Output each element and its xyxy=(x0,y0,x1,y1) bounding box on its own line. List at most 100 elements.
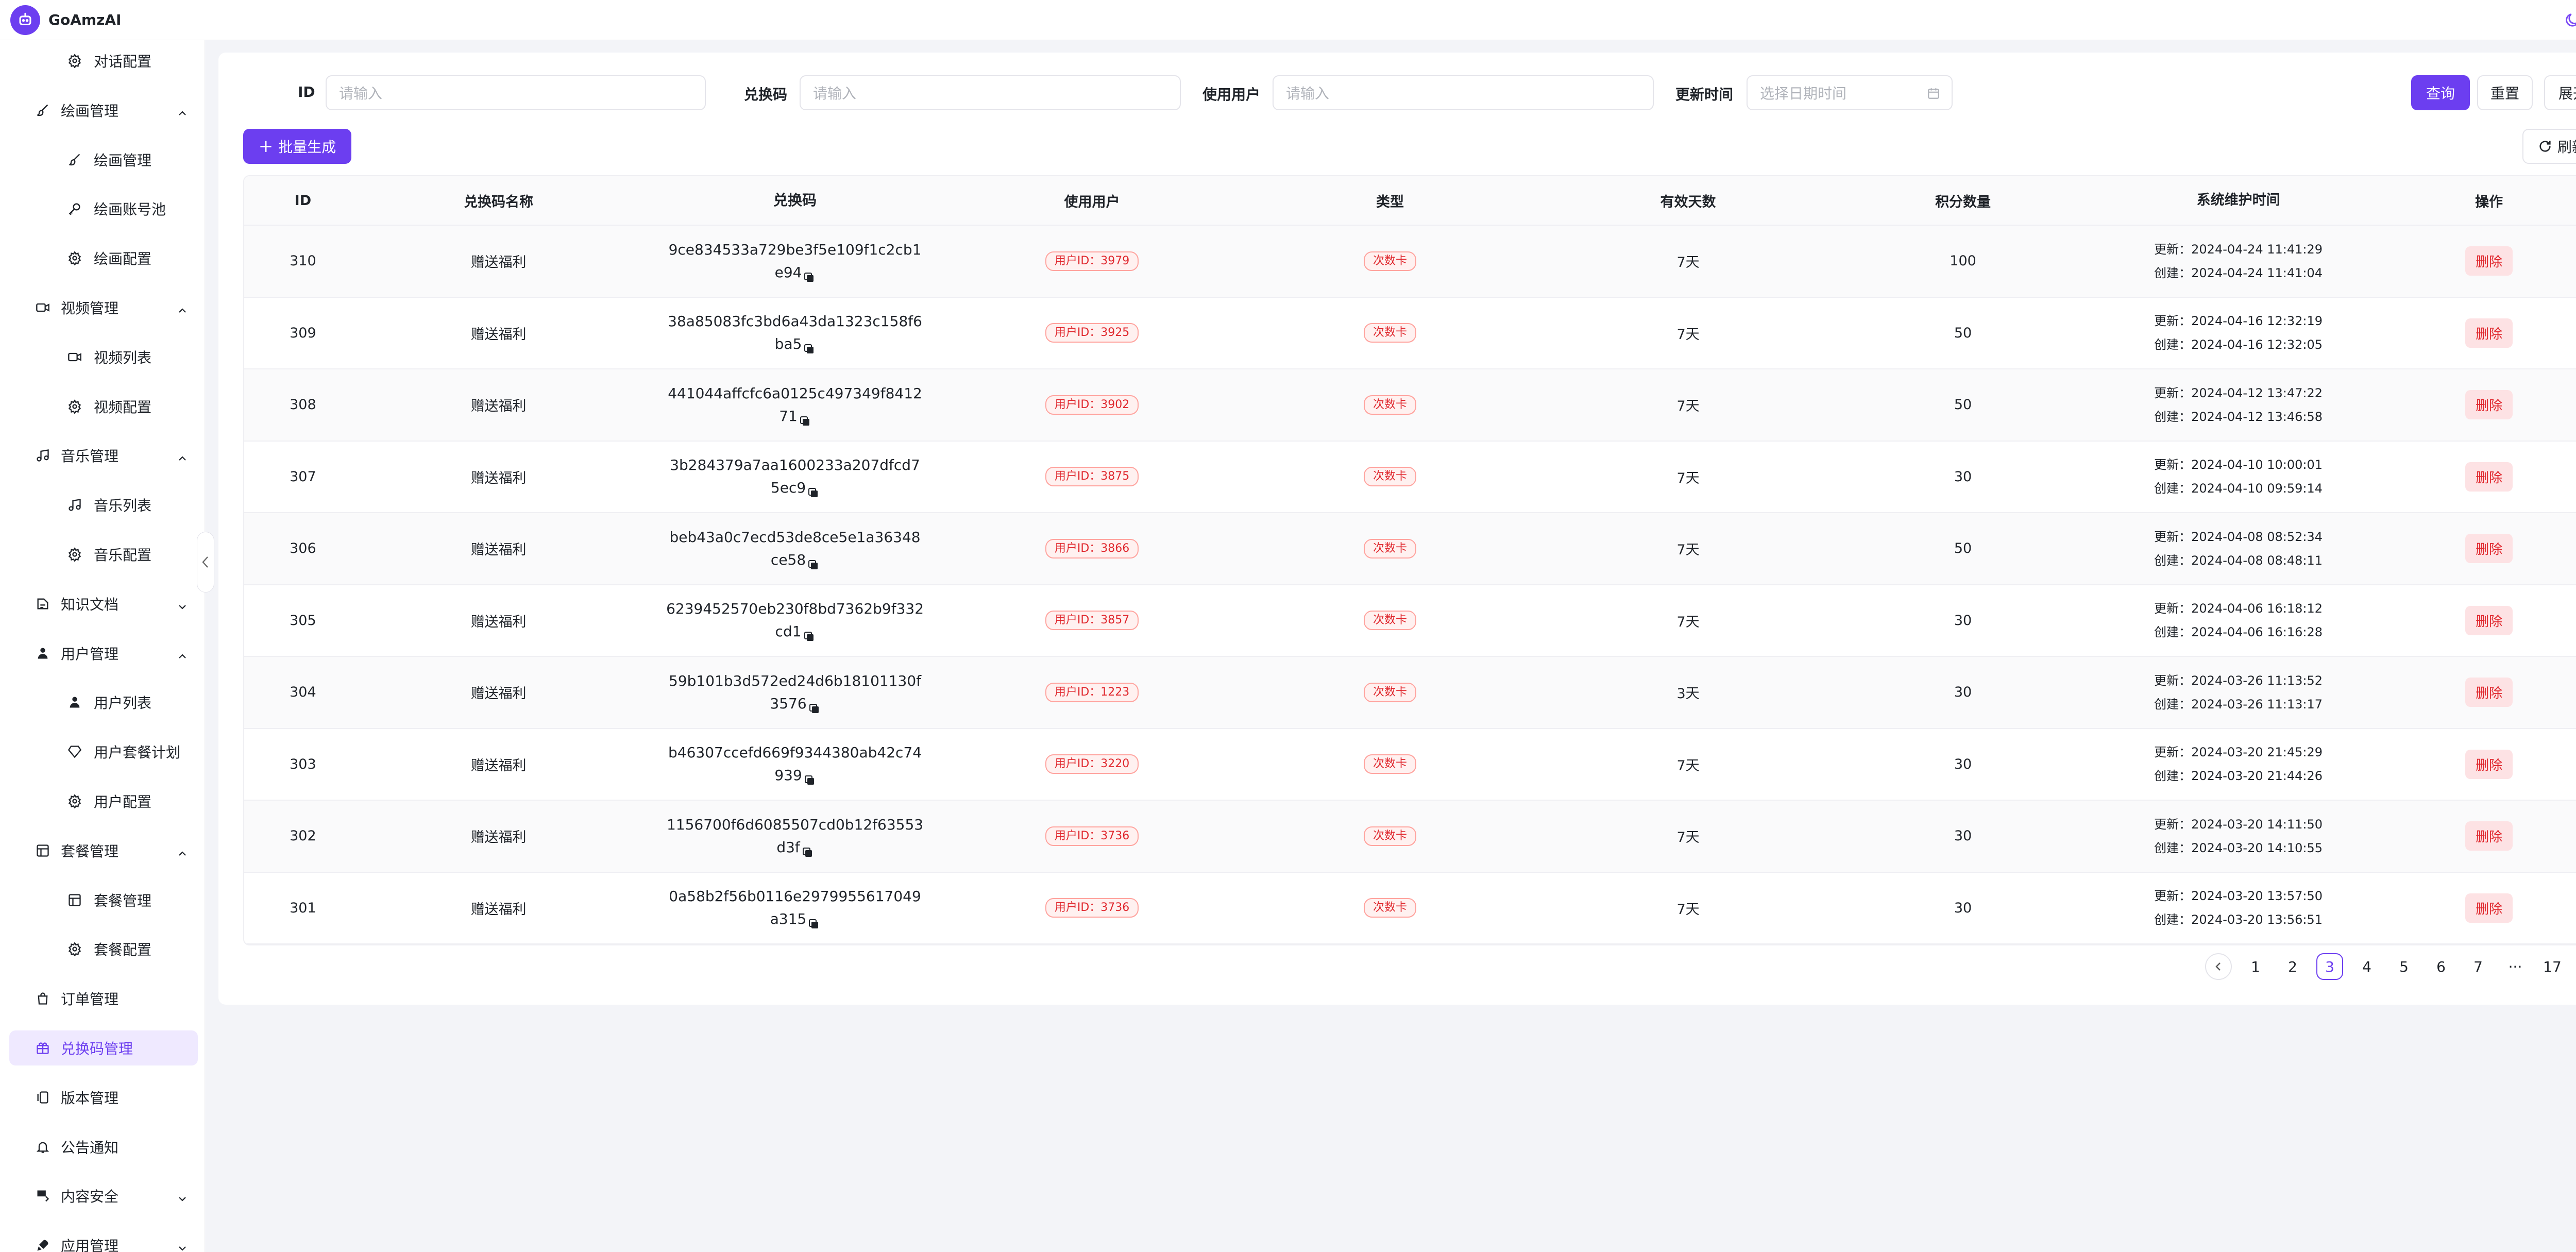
expand-button[interactable]: 展开 xyxy=(2544,75,2576,110)
page-button[interactable]: 7 xyxy=(2465,953,2492,980)
sidebar-item-4[interactable]: 绘画配置 xyxy=(9,241,198,276)
delete-button[interactable]: 删除 xyxy=(2465,246,2513,276)
theme-toggle-icon[interactable] xyxy=(2561,9,2576,31)
filter-code-input[interactable]: 请输入 xyxy=(800,75,1181,110)
cell-type: 次数卡 xyxy=(1229,513,1550,584)
sidebar-item-9[interactable]: 音乐列表 xyxy=(9,487,198,522)
sidebar-item-7[interactable]: 视频配置 xyxy=(9,389,198,424)
table-body: 310 赠送福利 9ce834533a729be3f5e109f1c2cb1e94 用… xyxy=(244,226,2576,944)
batch-generate-button[interactable]: + 批量生成 xyxy=(243,129,351,164)
sidebar-item-14[interactable]: 用户套餐计划 xyxy=(9,734,198,769)
code-text: 3b284379a7aa1600233a207dfcd75ec9 xyxy=(670,456,920,497)
page-button[interactable]: 6 xyxy=(2428,953,2454,980)
prev-page-button[interactable] xyxy=(2205,953,2232,980)
copy-icon[interactable] xyxy=(808,914,820,929)
sidebar-item-label: 套餐管理 xyxy=(61,842,119,860)
cell-type: 次数卡 xyxy=(1229,226,1550,297)
sidebar-item-5[interactable]: 视频管理 xyxy=(9,290,198,325)
col-points-header[interactable]: 积分数量 xyxy=(1825,176,2100,225)
sidebar-item-3[interactable]: 绘画账号池 xyxy=(9,191,198,226)
table-row: 306 赠送福利 beb43a0c7ecd53de8ce5e1a36348ce58 用… xyxy=(244,513,2576,585)
page-button[interactable]: 17 xyxy=(2539,953,2566,980)
sidebar-item-10[interactable]: 音乐配置 xyxy=(9,537,198,572)
sidebar-item-22[interactable]: 公告通知 xyxy=(9,1129,198,1164)
delete-button[interactable]: 删除 xyxy=(2465,893,2513,923)
copy-icon[interactable] xyxy=(804,267,815,282)
copy-icon[interactable] xyxy=(802,842,814,857)
page-button[interactable]: 3 xyxy=(2316,953,2343,980)
delete-button[interactable]: 删除 xyxy=(2465,749,2513,779)
page-button[interactable]: 2 xyxy=(2279,953,2306,980)
code-text: 9ce834533a729be3f5e109f1c2cb1e94 xyxy=(668,241,922,281)
sidebar-item-11[interactable]: 知识文档 xyxy=(9,586,198,621)
sidebar-item-23[interactable]: 内容安全 xyxy=(9,1178,198,1213)
sidebar-item-8[interactable]: 音乐管理 xyxy=(9,438,198,473)
copy-icon[interactable] xyxy=(804,770,816,785)
delete-button[interactable]: 删除 xyxy=(2465,678,2513,707)
sidebar-item-21[interactable]: 版本管理 xyxy=(9,1080,198,1115)
gear-icon xyxy=(67,53,82,69)
copy-icon[interactable] xyxy=(808,555,819,569)
col-days-header[interactable]: 有效天数 xyxy=(1551,176,1826,225)
sidebar-item-15[interactable]: 用户配置 xyxy=(9,784,198,819)
copy-icon[interactable] xyxy=(800,411,811,426)
calendar-icon xyxy=(1927,87,1940,104)
gift-icon xyxy=(35,1040,50,1056)
table-row: 302 赠送福利 1156700f6d6085507cd0b12f63553d3f 用… xyxy=(244,801,2576,873)
col-code-header[interactable]: 兑换码 xyxy=(635,176,954,225)
sidebar-item-label: 音乐管理 xyxy=(61,448,119,465)
col-name-header[interactable]: 兑换码名称 xyxy=(362,176,636,225)
sidebar-item-24[interactable]: 应用管理 xyxy=(9,1228,198,1252)
sidebar-item-12[interactable]: 用户管理 xyxy=(9,636,198,671)
copy-icon[interactable] xyxy=(808,483,819,498)
sidebar-item-20[interactable]: 兑换码管理 xyxy=(9,1030,198,1065)
col-user-header[interactable]: 使用用户 xyxy=(955,176,1230,225)
reset-button[interactable]: 重置 xyxy=(2477,75,2533,110)
sidebar-item-label: 绘画账号池 xyxy=(94,201,166,218)
refresh-button[interactable]: 刷新 xyxy=(2522,129,2576,164)
filter-updated-datepicker[interactable]: 选择日期时间 xyxy=(1747,75,1953,110)
sidebar-item-2[interactable]: 绘画管理 xyxy=(9,142,198,177)
cell-op: 删除 xyxy=(2376,585,2576,656)
page-button[interactable]: 4 xyxy=(2353,953,2380,980)
delete-button[interactable]: 删除 xyxy=(2465,462,2513,492)
page-button[interactable]: 5 xyxy=(2391,953,2417,980)
page-button[interactable]: 1 xyxy=(2242,953,2269,980)
col-time-header[interactable]: 系统维护时间 xyxy=(2100,176,2377,225)
delete-button[interactable]: 删除 xyxy=(2465,821,2513,851)
user-id-tag: 用户ID：3736 xyxy=(1045,898,1139,918)
col-op-header[interactable]: 操作 xyxy=(2376,176,2576,225)
col-type-header[interactable]: 类型 xyxy=(1229,176,1550,225)
delete-button[interactable]: 删除 xyxy=(2465,534,2513,564)
sidebar-item-1[interactable]: 绘画管理 xyxy=(9,93,198,128)
copy-icon[interactable] xyxy=(809,699,820,713)
sidebar-item-19[interactable]: 订单管理 xyxy=(9,981,198,1016)
pagination-ellipsis[interactable]: ··· xyxy=(2502,953,2529,980)
copy-icon[interactable] xyxy=(804,339,815,354)
cell-days: 7天 xyxy=(1676,398,1700,415)
sidebar-collapse-button[interactable] xyxy=(197,532,214,593)
delete-button[interactable]: 删除 xyxy=(2465,318,2513,348)
col-id-header[interactable]: ID xyxy=(244,176,362,225)
filter-id-input[interactable]: 请输入 xyxy=(326,75,706,110)
sidebar-item-17[interactable]: 套餐管理 xyxy=(9,883,198,918)
cell-code: beb43a0c7ecd53de8ce5e1a36348ce58 xyxy=(635,513,954,584)
chevron-up-icon xyxy=(177,450,188,461)
cell-points: 100 xyxy=(1950,253,1976,269)
copy-icon[interactable] xyxy=(804,627,815,641)
query-button[interactable]: 查询 xyxy=(2411,75,2470,110)
app-logo[interactable] xyxy=(10,5,40,35)
updated-time: 更新：2024-04-10 10:00:01 xyxy=(2154,458,2323,472)
sidebar-item-0[interactable]: 对话配置 xyxy=(9,43,198,78)
sidebar-item-18[interactable]: 套餐配置 xyxy=(9,932,198,967)
sidebar-item-6[interactable]: 视频列表 xyxy=(9,340,198,375)
cell-type: 次数卡 xyxy=(1229,369,1550,441)
sidebar-item-label: 音乐配置 xyxy=(94,547,152,564)
delete-button[interactable]: 删除 xyxy=(2465,390,2513,420)
cell-op: 删除 xyxy=(2376,513,2576,584)
top-bar: GoAmzAI xyxy=(0,0,2576,40)
sidebar-item-16[interactable]: 套餐管理 xyxy=(9,833,198,868)
delete-button[interactable]: 删除 xyxy=(2465,605,2513,635)
sidebar-item-13[interactable]: 用户列表 xyxy=(9,685,198,720)
filter-user-input[interactable]: 请输入 xyxy=(1273,75,1654,110)
